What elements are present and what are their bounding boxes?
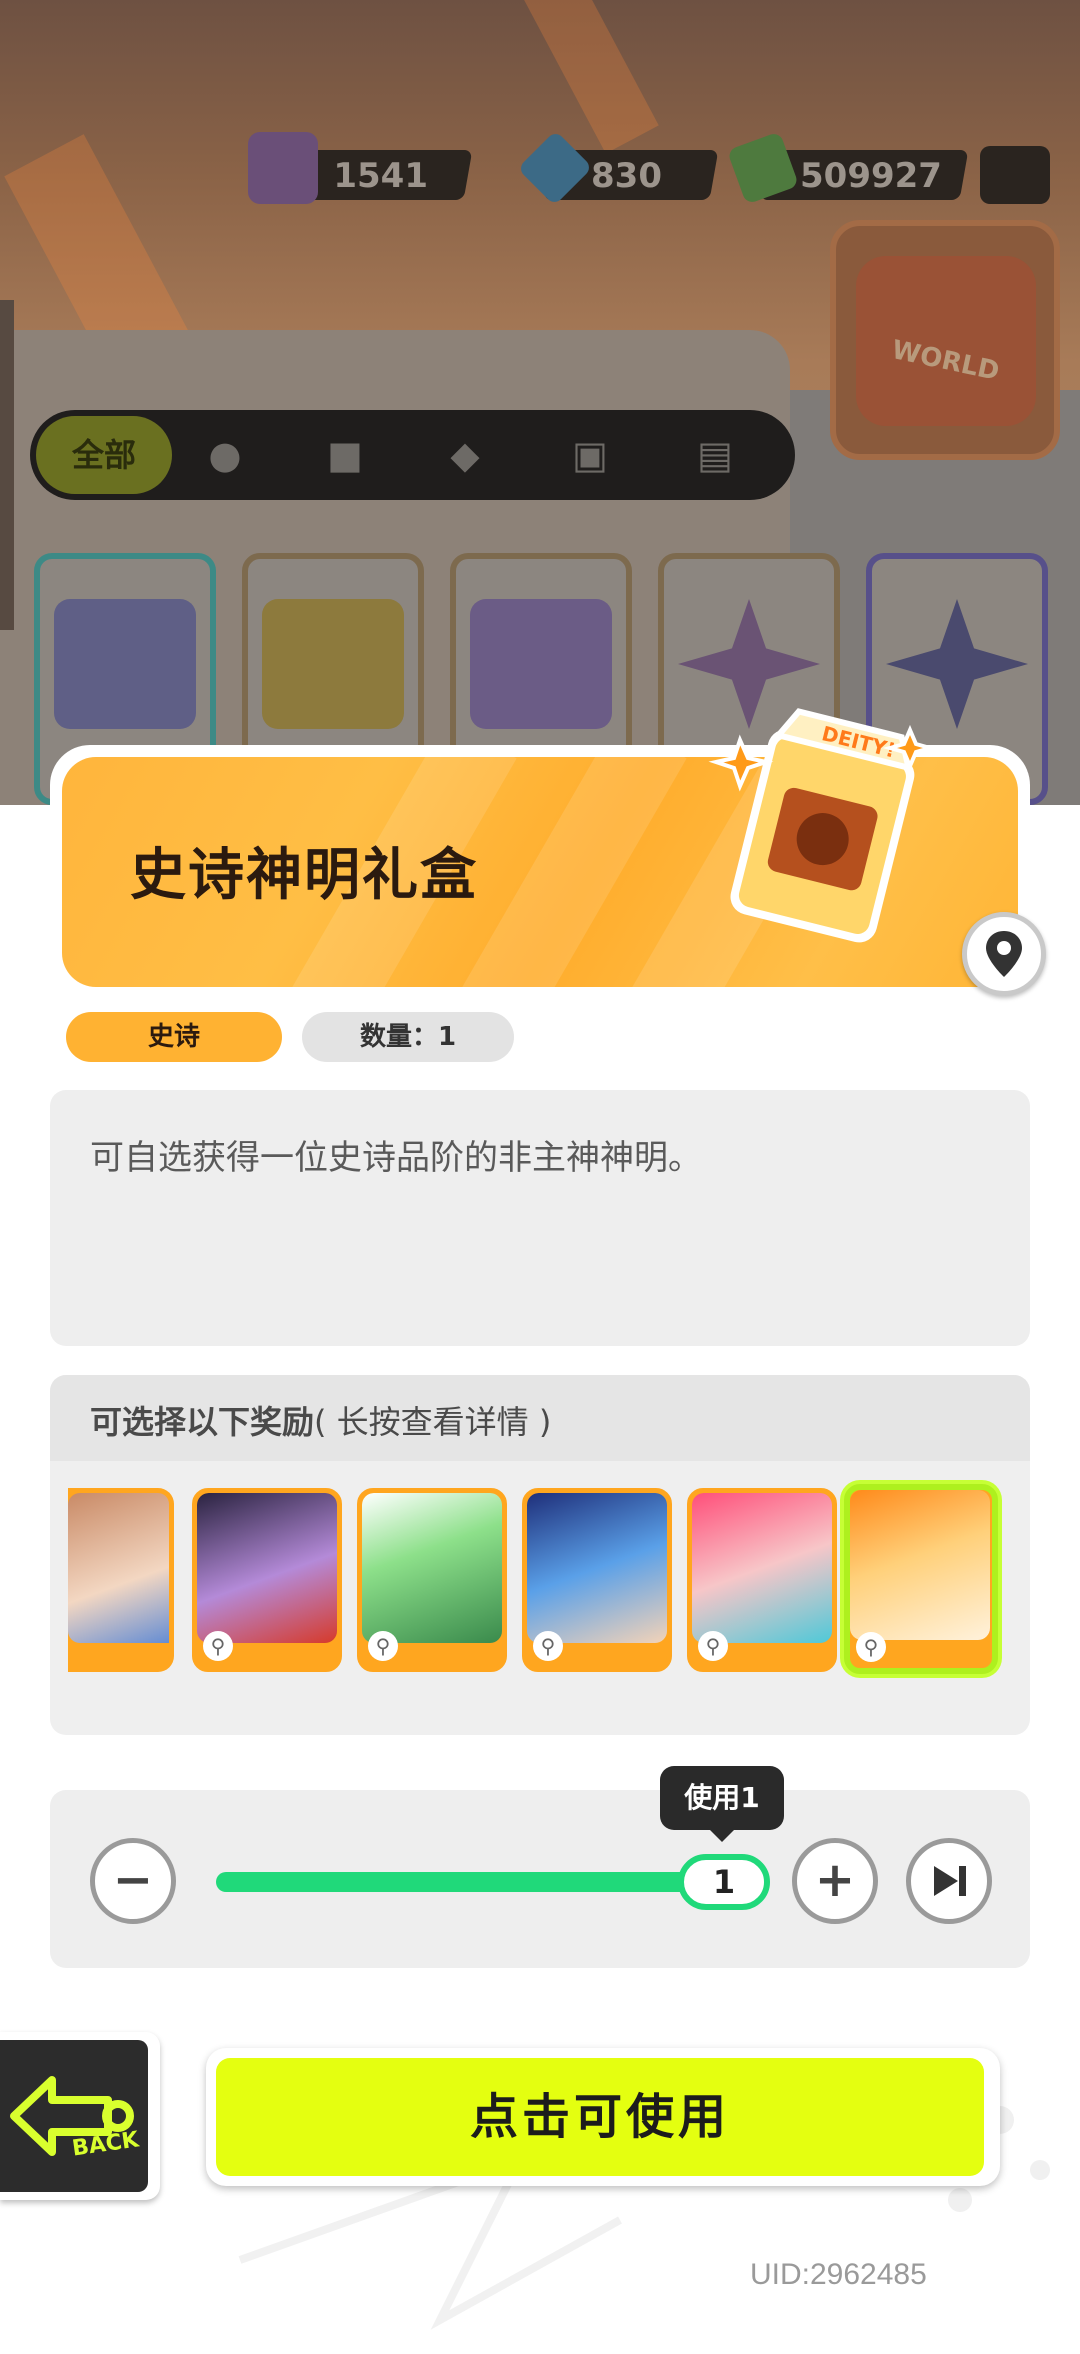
deity-portrait-1 [68, 1493, 169, 1643]
resource-cash-value: 509927 [800, 156, 942, 196]
description-panel [50, 1090, 1030, 1346]
world-map-button[interactable]: WORLD [830, 220, 1060, 460]
resource-energy-value: 1541 [333, 156, 428, 196]
resource-diamond-value: 830 [591, 156, 662, 196]
max-button[interactable] [906, 1838, 992, 1924]
item-description: 可自选获得一位史诗品阶的非主神神明。 [90, 1138, 702, 1178]
user-id: UID:2962485 [750, 2258, 927, 2291]
map-pin-icon [986, 931, 1022, 977]
minus-icon: − [112, 1852, 154, 1908]
decrease-button[interactable]: − [90, 1838, 176, 1924]
gold-ticket-icon [262, 599, 404, 729]
key-icon: ⚲ [698, 1631, 728, 1661]
back-arrow-icon [10, 2076, 134, 2156]
shoe-icon[interactable]: ◆ [440, 430, 490, 480]
key-icon: ⚲ [203, 1631, 233, 1661]
reward-title: 可选择以下奖励( 长按查看详情 ) [90, 1397, 551, 1443]
rarity-badge: 史诗 [66, 1012, 282, 1062]
reward-title-text: 可选择以下奖励 [90, 1403, 315, 1441]
deity-portrait-6 [850, 1490, 990, 1640]
book-icon[interactable]: ▤ [690, 430, 740, 480]
category-tabs: 全部 ● ■ ◆ ▣ ▤ [30, 410, 795, 500]
back-button-face: BACK [0, 2040, 148, 2192]
box-icon[interactable]: ■ [320, 430, 370, 480]
reward-hint: ( 长按查看详情 ) [314, 1403, 552, 1441]
star-ticket-icon [470, 599, 612, 729]
tab-all[interactable]: 全部 [36, 416, 172, 494]
plus-icon: + [814, 1852, 856, 1908]
reward-portrait[interactable]: ⚲ [687, 1488, 837, 1672]
reward-portrait[interactable] [68, 1488, 174, 1672]
deity-portrait-2 [197, 1493, 337, 1643]
gift-shop-icon[interactable] [980, 146, 1050, 204]
skip-to-max-icon [934, 1866, 966, 1896]
side-tab[interactable] [0, 300, 14, 630]
deity-portrait-4 [527, 1493, 667, 1643]
reward-portrait[interactable]: ⚲ [192, 1488, 342, 1672]
card-icon[interactable]: ▣ [565, 430, 615, 480]
key-icon: ⚲ [368, 1631, 398, 1661]
world-map-icon [856, 256, 1036, 426]
reward-portrait[interactable]: ⚲ [357, 1488, 507, 1672]
tooltip-arrow [708, 1828, 736, 1842]
use-count-tooltip: 使用1 [660, 1766, 784, 1830]
reward-portrait-selected[interactable]: ⚲ [844, 1484, 998, 1674]
key-icon: ⚲ [856, 1632, 886, 1662]
quantity-badge: 数量：1 [302, 1012, 514, 1062]
deity-portrait-3 [362, 1493, 502, 1643]
quantity-slider-thumb[interactable]: 1 [678, 1854, 770, 1910]
deity-gift-box-icon: DEITY! [708, 708, 938, 943]
key-icon: ⚲ [533, 1631, 563, 1661]
increase-button[interactable]: + [792, 1838, 878, 1924]
deity-portrait-5 [692, 1493, 832, 1643]
back-button[interactable]: BACK [0, 2032, 160, 2200]
use-button[interactable]: 点击可使用 [216, 2058, 984, 2176]
purple-ticket-icon [54, 599, 196, 729]
reward-portrait[interactable]: ⚲ [522, 1488, 672, 1672]
quantity-slider-track[interactable] [216, 1872, 756, 1892]
location-button[interactable] [962, 912, 1046, 996]
person-icon[interactable]: ● [200, 430, 250, 480]
item-title: 史诗神明礼盒 [130, 843, 478, 908]
